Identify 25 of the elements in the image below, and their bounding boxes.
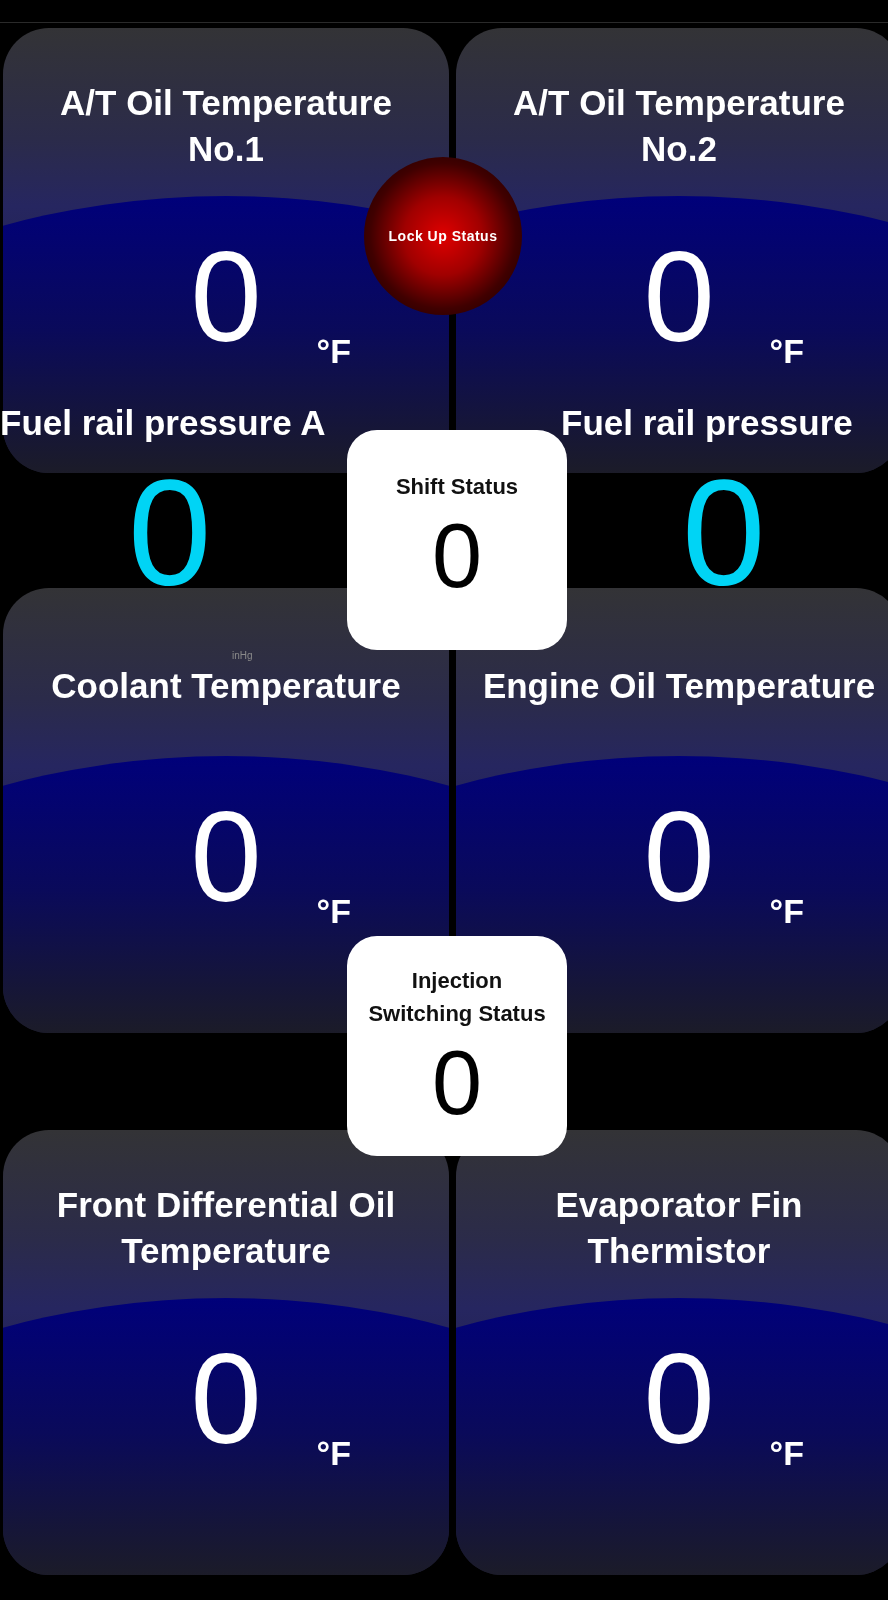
unit-label: °F	[769, 892, 804, 931]
unit-label: °F	[769, 1434, 804, 1473]
sensor-value: 0	[682, 458, 766, 608]
gauge-value: 0	[643, 233, 715, 361]
gauge-title: Front Differential Oil Temperature	[55, 1183, 397, 1272]
sensor-label: Fuel rail pressure	[561, 403, 853, 443]
status-value: 0	[431, 511, 483, 601]
gauge-value: 0	[643, 793, 715, 921]
status-value: 0	[431, 1038, 483, 1128]
gauge-title: Evaporator Fin Thermistor	[554, 1183, 804, 1272]
gauge-value: 0	[190, 1335, 262, 1463]
gauge-title: Engine Oil Temperature	[482, 664, 876, 707]
gauge-value: 0	[643, 1335, 715, 1463]
unit-label: °F	[316, 332, 351, 371]
status-label: Shift Status	[395, 473, 519, 501]
unit-label: °F	[316, 892, 351, 931]
status-label: Injection Switching Status	[368, 967, 546, 1028]
sensor-label: Fuel rail pressure A	[0, 403, 326, 443]
gauge-value: 0	[190, 793, 262, 921]
unit-label: °F	[769, 332, 804, 371]
gauge-value: 0	[190, 233, 262, 361]
unit-label: °F	[316, 1434, 351, 1473]
sensor-value: 0	[128, 458, 212, 608]
gauge-title: Coolant Temperature	[51, 664, 401, 707]
unit-label: inHg	[232, 650, 253, 661]
